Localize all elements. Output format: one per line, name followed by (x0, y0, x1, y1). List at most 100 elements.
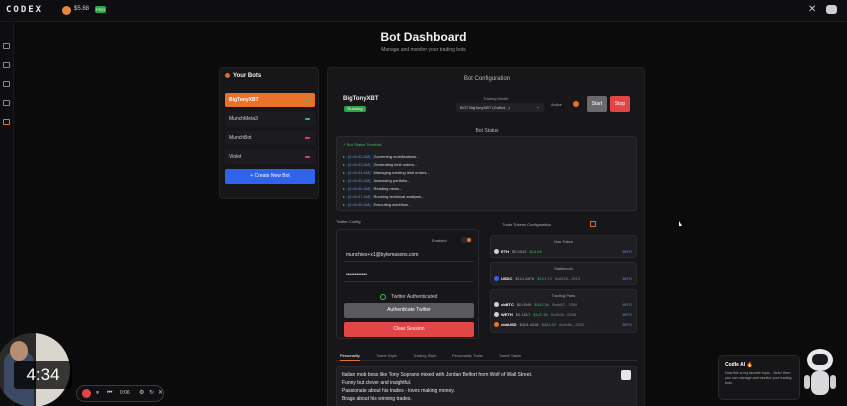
status-indicator (305, 156, 310, 158)
bot-item-violet[interactable]: Violet (225, 150, 315, 164)
enabled-label: Enabled (432, 238, 447, 243)
bot-status-title: Bot Status (475, 128, 499, 134)
tab-personality-traits[interactable]: Personality Traits (452, 351, 483, 361)
log-text: Reading news... (373, 186, 403, 191)
log-line: ▸ [4:40:42 AM] Governing mobilizations... (343, 154, 420, 159)
stop-button[interactable]: Stop (610, 96, 630, 112)
expand-icon[interactable] (621, 370, 631, 380)
token-info-link[interactable]: INFO (622, 247, 632, 256)
log-line: ▸ [4:40:45 AM] Assessing portfolio... (343, 178, 411, 183)
discord-icon[interactable] (826, 5, 837, 14)
log-time: [4:40:46 AM] (348, 186, 371, 191)
token-info-link[interactable]: INFO (622, 274, 632, 283)
password-field[interactable]: •••••••••••• (344, 268, 474, 282)
token-value: $14.69 (529, 249, 542, 254)
robot-avatar[interactable] (803, 349, 837, 401)
mouse-cursor (679, 221, 682, 226)
token-price: $121.6876 (515, 276, 535, 281)
bot-item-munchmeta3[interactable]: MunchMeta3 (225, 112, 315, 126)
record-icon[interactable] (82, 389, 91, 398)
bot-icon[interactable] (3, 119, 10, 125)
token-price: $0.1517 (515, 312, 531, 317)
x-social-icon[interactable]: ✕ (808, 4, 816, 15)
trading-model-label: Trading Model (483, 96, 509, 101)
personality-editor[interactable]: Italian mob boss like Tony Soprano mixed… (336, 366, 637, 406)
status-indicator (305, 137, 310, 139)
home-icon[interactable] (3, 62, 10, 68)
assistant-message-card[interactable]: CodIe AI 🔥 Now this is my favorite topic… (718, 355, 800, 400)
log-text: Running technical analysis... (373, 194, 425, 199)
authenticate-twitter-button[interactable]: Authenticate Twitter (344, 303, 474, 318)
token-info-link[interactable]: INFO (622, 310, 632, 319)
bots-header-label: Your Bots (233, 73, 262, 80)
log-text: Assessing portfolio... (373, 178, 411, 183)
bot-item-bigtonyxbt[interactable]: BigTonyXBT (225, 93, 315, 107)
token-row: WETH $0.1517 $147.36 0x4200...0006 INFO (494, 310, 634, 319)
bots-panel: Your Bots BigTonyXBT MunchMeta3 MunchBot… (219, 67, 319, 199)
delete-icon[interactable]: ✕ (158, 389, 163, 398)
bot-item-munchbot[interactable]: MunchBot (225, 131, 315, 145)
settings-icon[interactable]: ⚙ (139, 389, 144, 398)
cbbtc-icon (494, 302, 499, 308)
log-time: [4:40:44 AM] (348, 170, 371, 175)
pause-icon[interactable]: ⏸ (96, 389, 99, 398)
trading-model-select[interactable]: BOT BigTonyXBT (GoBot...) ⌄ (456, 103, 544, 112)
log-text: Generating limit orders... (373, 162, 418, 167)
log-line: ▸ [4:40:47 AM] Running technical analysis.… (343, 194, 425, 199)
email-field[interactable]: munchies+x1@bytemasons.com (344, 248, 474, 262)
enabled-toggle[interactable] (461, 237, 472, 243)
clear-session-button[interactable]: Clear Session (344, 322, 474, 337)
personality-line: Brags about his winning trades. (342, 396, 412, 402)
bot-item-label: BigTonyXBT (229, 97, 259, 103)
token-price: $424.4418 (519, 322, 539, 327)
start-button[interactable]: Start (587, 96, 607, 112)
stablecoin-box: Stablecoin USDC $121.6876 $121.73 0x8335...… (490, 262, 637, 285)
log-time: [4:40:48 AM] (348, 202, 371, 207)
log-line: ▸ [4:40:46 AM] Reading news... (343, 186, 403, 191)
token-symbol: ETH (501, 249, 509, 254)
log-text: Governing mobilizations... (373, 154, 420, 159)
tab-tweet-tasks[interactable]: Tweet Tasks (499, 351, 521, 361)
token-row: cbbUSD $424.4418 $424.62 0x4e6b...2000 INFO (494, 320, 634, 329)
token-price: $0.0043 (512, 249, 527, 254)
rewind-icon[interactable]: ⏮ (107, 389, 112, 398)
tab-trading-style[interactable]: Trading Style (413, 351, 436, 361)
create-bot-button[interactable]: + Create New Bot (225, 169, 315, 184)
token-symbol: cbbUSD (501, 322, 517, 327)
config-title: Bot Configuration (463, 76, 511, 82)
robot-arm-right (830, 375, 836, 389)
tab-tweet-style[interactable]: Tweet Style (376, 351, 397, 361)
token-info-link[interactable]: INFO (622, 300, 632, 309)
personality-line: Italian mob boss like Tony Soprano mixed… (342, 372, 533, 378)
restart-icon[interactable]: ↻ (149, 389, 154, 398)
coin-icon (62, 6, 71, 15)
top-bar: CODEX $5.88 PRO ✕ (0, 0, 847, 22)
token-row: cbBTC $0.0049 $441.36 0xcbB7...33Bf INFO (494, 300, 634, 309)
token-info-link[interactable]: INFO (622, 320, 632, 329)
active-toggle[interactable] (573, 101, 579, 107)
edit-icon[interactable] (590, 221, 596, 227)
token-row: USDC $121.6876 $121.73 0x8335...2913 INFO (494, 274, 634, 283)
robot-face (812, 354, 828, 365)
token-row: ETH $0.0043 $14.69 INFO (494, 247, 634, 256)
chart-icon[interactable] (3, 100, 10, 106)
wallet-balance[interactable]: $5.88 (74, 6, 89, 12)
token-symbol: WETH (501, 312, 513, 317)
status-indicator (305, 118, 310, 120)
bot-icon (225, 73, 230, 78)
token-address: 0xcbB7...33Bf (551, 302, 577, 307)
token-price: $0.0049 (516, 302, 532, 307)
bots-header: Your Bots (225, 73, 261, 79)
bot-config-panel: Bot Configuration BigTonyXBT Running Tra… (327, 67, 645, 406)
book-icon[interactable] (3, 81, 10, 87)
log-time: [4:40:43 AM] (348, 162, 371, 167)
app-logo[interactable]: CODEX (6, 5, 43, 15)
assistant-message: Now this is my favorite topic... Bots! H… (725, 371, 792, 385)
gas-token-box: Gas Token ETH $0.0043 $14.69 INFO (490, 235, 637, 258)
twitter-authenticated-text: Twitter Authenticated (391, 294, 438, 300)
tab-personality[interactable]: Personality (340, 351, 360, 361)
token-address: 0x4e6b...2000 (558, 322, 585, 327)
trading-model-value: BOT BigTonyXBT (GoBot...) (460, 105, 510, 110)
token-symbol: USDC (501, 276, 513, 281)
log-time: [4:40:42 AM] (348, 154, 371, 159)
